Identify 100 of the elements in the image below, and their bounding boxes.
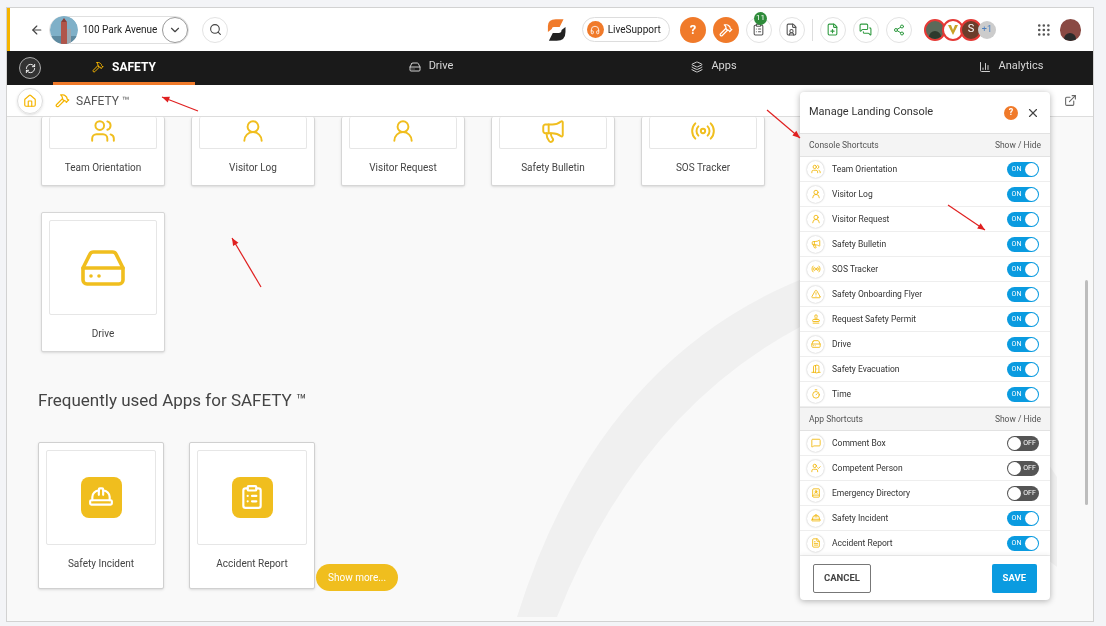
layers-icon	[691, 60, 704, 73]
nav-tab[interactable]: Drive	[286, 51, 576, 85]
shortcut-label: Safety Bulletin	[832, 237, 887, 251]
clipboard-icon	[239, 484, 265, 510]
hammer-icon	[718, 22, 733, 37]
timer-icon	[810, 389, 821, 399]
section-title: App Shortcuts	[809, 412, 863, 426]
card-label: Accident Report	[215, 556, 289, 571]
shortcut-label: Emergency Directory	[832, 486, 911, 500]
column-label: Show / Hide	[994, 138, 1041, 152]
app-card[interactable]: Visitor Log	[191, 117, 315, 186]
bar-chart-icon	[978, 60, 991, 73]
shortcut-label: Request Safety Permit	[832, 312, 916, 326]
headset-icon	[590, 24, 601, 35]
card-label: Visitor Log	[228, 161, 278, 175]
refresh-icon	[24, 62, 36, 74]
app-card[interactable]: SOS Tracker	[641, 117, 765, 186]
shortcut-label: Time	[832, 387, 852, 401]
share-button[interactable]	[885, 16, 912, 43]
document-icon	[810, 538, 821, 548]
search-button[interactable]	[202, 16, 229, 43]
card-label: Visitor Request	[368, 161, 438, 175]
person-icon	[390, 118, 416, 144]
door-icon	[810, 364, 821, 374]
shortcut-label: Competent Person	[832, 461, 903, 475]
card-label: Drive	[90, 327, 116, 341]
document-person-icon	[785, 23, 799, 36]
cancel-button[interactable]: CANCEL	[813, 563, 871, 593]
app-card[interactable]: Visitor Request	[341, 117, 465, 186]
chat-icon	[859, 23, 873, 36]
shortcut-label: Safety Incident	[832, 511, 889, 525]
shortcut-label: Visitor Log	[832, 187, 873, 201]
document-person-button[interactable]	[778, 16, 805, 43]
person-icon	[240, 118, 266, 144]
location-name: 100 Park Avenue	[82, 23, 158, 37]
people-icon	[90, 118, 116, 144]
shortcut-label: Team Orientation	[832, 162, 898, 176]
shortcut-label: Accident Report	[832, 536, 893, 550]
hard-hat-icon	[810, 513, 821, 523]
user-avatar[interactable]	[1059, 18, 1081, 41]
search-icon	[208, 23, 222, 36]
app-card[interactable]: Accident Report	[189, 441, 315, 589]
drive-icon	[810, 339, 821, 349]
checklist-icon	[752, 23, 766, 36]
shortcut-label: Safety Evacuation	[832, 362, 900, 376]
card-label: Team Orientation	[63, 161, 143, 175]
comment-icon	[810, 438, 821, 448]
help-label: ?	[689, 23, 697, 36]
cone-icon	[810, 289, 821, 299]
drive-icon	[408, 60, 421, 73]
shortcut-label: Drive	[832, 337, 852, 351]
person-icon	[810, 189, 821, 199]
hammer-button[interactable]	[712, 16, 739, 43]
notification-badge: 11	[753, 11, 767, 25]
scrollbar[interactable]	[1085, 280, 1088, 505]
person-icon	[810, 463, 821, 473]
megaphone-icon	[540, 118, 566, 144]
app-card[interactable]: Safety Incident	[38, 441, 164, 589]
nav-tab[interactable]: Analytics	[941, 51, 1081, 85]
chat-button[interactable]	[852, 16, 879, 43]
people-icon	[810, 164, 821, 174]
app-card[interactable]: Safety Bulletin	[491, 117, 615, 186]
shortcut-label: Comment Box	[832, 436, 886, 450]
share-icon	[892, 23, 905, 36]
avatar[interactable]	[941, 18, 964, 41]
annotation-arrow	[766, 109, 801, 139]
avatar[interactable]: S	[959, 18, 982, 41]
annotation-arrow	[947, 204, 986, 231]
person-icon	[810, 214, 821, 224]
stamp-icon	[810, 314, 821, 324]
panel-title: Manage Landing Console	[809, 104, 934, 121]
add-document-button[interactable]	[819, 16, 846, 43]
avatar[interactable]	[923, 18, 946, 41]
shortcut-label: Visitor Request	[832, 212, 890, 226]
switch-button[interactable]	[19, 57, 41, 79]
hammer-icon	[55, 93, 70, 108]
card-label: Safety Bulletin	[520, 161, 586, 175]
app-card[interactable]: Team Orientation	[41, 117, 165, 186]
megaphone-icon	[810, 239, 821, 249]
back-icon[interactable]	[30, 22, 44, 37]
apps-grid-icon[interactable]	[1035, 21, 1052, 38]
address-book-icon	[810, 488, 821, 498]
card-label: Safety Incident	[66, 556, 136, 571]
card-label: SOS Tracker	[674, 161, 732, 175]
home-icon	[23, 93, 37, 108]
nav-tab[interactable]: Apps	[576, 51, 852, 85]
annotation-arrow	[161, 96, 199, 112]
shortcut-label: Safety Onboarding Flyer	[832, 287, 923, 301]
nav-tab[interactable]: SAFETY	[53, 51, 195, 85]
breadcrumb-title: SAFETY ™	[76, 92, 130, 110]
external-link-icon[interactable]	[1064, 94, 1077, 107]
annotation-arrow	[231, 237, 262, 288]
hammer-icon	[92, 60, 105, 73]
column-label: Show / Hide	[994, 412, 1041, 426]
section-title: Console Shortcuts	[809, 138, 879, 152]
section-heading: Frequently used Apps for SAFETY ™	[38, 389, 307, 412]
shortcut-label: SOS Tracker	[832, 262, 879, 276]
app-card[interactable]: Drive	[41, 212, 165, 352]
signal-icon	[810, 264, 821, 274]
add-document-icon	[826, 23, 840, 36]
